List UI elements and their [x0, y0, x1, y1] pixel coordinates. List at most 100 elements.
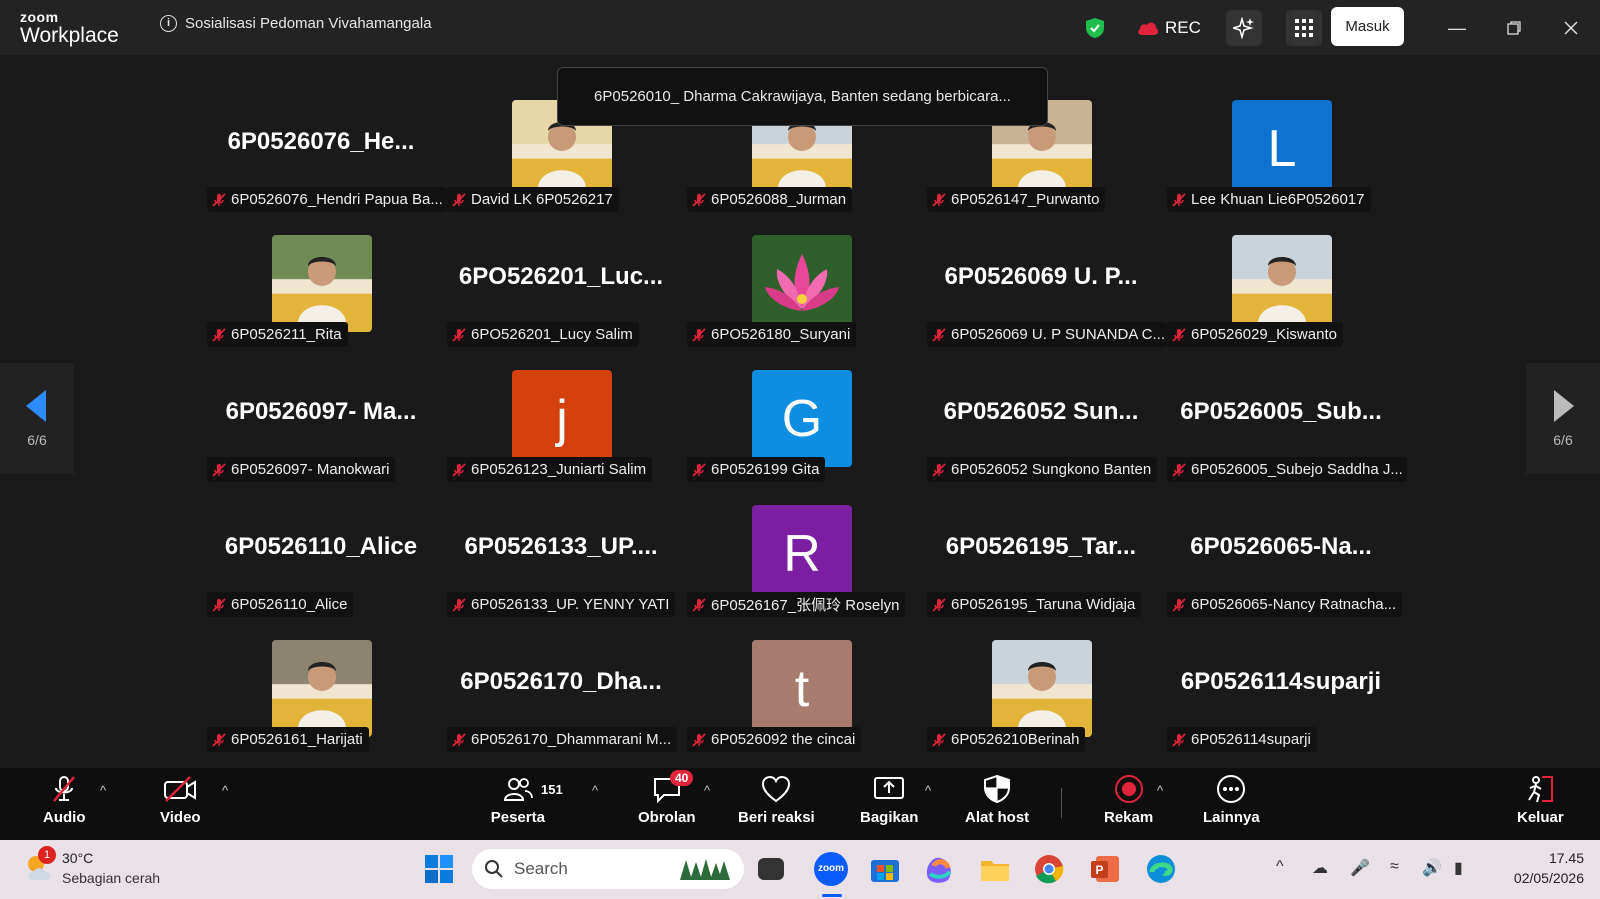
muted-mic-icon	[1172, 597, 1186, 612]
weather-temp: 30°C	[62, 850, 94, 866]
close-icon[interactable]	[1557, 14, 1585, 42]
battery-icon[interactable]: ▮	[1454, 858, 1463, 878]
shield-icon	[984, 774, 1011, 804]
trees-icon	[680, 859, 730, 880]
share-screen-icon	[874, 777, 905, 799]
ai-companion-button[interactable]	[1226, 0, 1262, 55]
windows-icon	[425, 855, 453, 883]
copilot-icon[interactable]	[922, 852, 956, 886]
participant-name: 6P0526147_Purwanto	[951, 191, 1100, 208]
participant-tile[interactable]: 6P0526161_Harijati	[203, 638, 439, 770]
audio-button[interactable]: Audio	[43, 774, 86, 826]
search-placeholder: Search	[514, 859, 568, 878]
meeting-info[interactable]: i Sosialisasi Pedoman Vivahamangala	[160, 15, 432, 32]
participant-name-label: 6P0526052 Sungkono Banten	[927, 457, 1158, 482]
participant-display-name: 6P0526110_Alice	[224, 533, 418, 560]
taskbar-search[interactable]: Search	[472, 849, 744, 889]
participant-tile[interactable]: 6PO526201_Luc... 6PO526201_Lucy Salim	[443, 233, 679, 365]
record-button[interactable]: Rekam	[1104, 774, 1153, 826]
reactions-button[interactable]: Beri reaksi	[738, 774, 815, 826]
microphone-tray-icon[interactable]: 🎤	[1350, 858, 1370, 878]
participant-tile[interactable]: 6P0526170_Dha... 6P0526170_Dhammarani M..…	[443, 638, 679, 770]
participant-name-label: 6P0526195_Taruna Widjaja	[927, 592, 1142, 617]
participant-tile[interactable]: 6P0526076_He... 6P0526076_Hendri Papua Ba…	[203, 98, 447, 230]
participant-tile[interactable]: 6P0526097- Ma... 6P0526097- Manokwari	[203, 368, 439, 500]
heart-icon	[762, 775, 791, 803]
edge-icon[interactable]	[1144, 852, 1178, 886]
sparkle-icon	[1233, 16, 1254, 39]
participant-name-label: 6P0526088_Jurman	[687, 187, 853, 212]
cloud-recording-indicator[interactable]: REC	[1137, 0, 1201, 55]
meeting-toolbar: Audio ^ Video ^ 151 Peserta ^ Obrolan 40…	[0, 768, 1600, 840]
restore-icon[interactable]	[1500, 14, 1528, 42]
sign-in-button[interactable]: Masuk	[1331, 7, 1404, 46]
onedrive-off-icon[interactable]: ☁	[1312, 858, 1328, 878]
participant-tile[interactable]: 6PO526180_Suryani	[683, 233, 919, 365]
participant-tile[interactable]: t 6P0526092 the cincai	[683, 638, 919, 770]
participant-tile[interactable]: 6P0526065-Na... 6P0526065-Nancy Ratnacha.…	[1163, 503, 1403, 635]
volume-icon[interactable]: 🔊	[1422, 858, 1442, 878]
audio-options-chevron-icon[interactable]: ^	[100, 783, 106, 798]
start-button[interactable]	[422, 852, 456, 886]
participant-tile[interactable]: 6P0526029_Kiswanto	[1163, 233, 1399, 365]
participant-tile[interactable]: 6P0526210Berinah	[923, 638, 1159, 770]
participants-options-chevron-icon[interactable]: ^	[592, 783, 598, 798]
participant-tile[interactable]: 6P0526195_Tar... 6P0526195_Taruna Widjaja	[923, 503, 1159, 635]
participant-tile[interactable]: G 6P0526199 Gita	[683, 368, 919, 500]
tray-chevron-up-icon[interactable]: ^	[1276, 858, 1284, 876]
participant-tile[interactable]: 6P0526005_Sub... 6P0526005_Subejo Saddha …	[1163, 368, 1407, 500]
zoom-app-icon[interactable]: zoom	[814, 852, 848, 886]
host-tools-button[interactable]: Alat host	[965, 774, 1029, 826]
participant-name: 6P0526199 Gita	[711, 461, 820, 478]
muted-mic-icon	[212, 327, 226, 342]
video-options-chevron-icon[interactable]: ^	[222, 783, 228, 798]
participant-name-label: 6PO526201_Lucy Salim	[447, 322, 639, 347]
participant-name-label: 6P0526092 the cincai	[687, 727, 862, 752]
participant-name-label: 6P0526076_Hendri Papua Ba...	[207, 187, 447, 212]
participant-name: 6P0526005_Subejo Saddha J...	[1191, 461, 1403, 478]
share-screen-button[interactable]: Bagikan	[860, 774, 918, 826]
participant-tile[interactable]: R 6P0526167_张佩玲 Roselyn	[683, 503, 919, 635]
encryption-shield-icon[interactable]	[1085, 0, 1105, 55]
participant-name-label: 6P0526029_Kiswanto	[1167, 322, 1343, 347]
participant-tile[interactable]: 6P0526110_Alice 6P0526110_Alice	[203, 503, 439, 635]
apps-button[interactable]	[1286, 0, 1322, 55]
chat-options-chevron-icon[interactable]: ^	[704, 783, 710, 798]
weather-badge: 1	[38, 846, 56, 864]
chrome-icon[interactable]	[1032, 852, 1066, 886]
video-button[interactable]: Video	[160, 774, 201, 826]
zoom-logo: zoom Workplace	[20, 9, 119, 47]
participant-tile[interactable]: 6P0526211_Rita	[203, 233, 439, 365]
muted-mic-icon	[932, 192, 946, 207]
participant-display-name: 6P0526069 U. P...	[944, 263, 1138, 290]
task-view-icon[interactable]	[758, 858, 784, 880]
participant-name: 6P0526161_Harijati	[231, 731, 363, 748]
file-explorer-icon[interactable]	[978, 852, 1012, 886]
system-clock[interactable]: 17.45 02/05/2026	[1484, 848, 1584, 888]
weather-widget[interactable]: 1 30°C Sebagian cerah	[24, 846, 160, 888]
participant-tile[interactable]: L Lee Khuan Lie6P0526017	[1163, 98, 1399, 230]
participants-button[interactable]: 151 Peserta	[491, 774, 563, 826]
more-button[interactable]: Lainnya	[1203, 774, 1260, 826]
participant-photo	[992, 640, 1092, 737]
participant-name-label: 6P0526069 U. P SUNANDA C...	[927, 322, 1167, 347]
next-page-button[interactable]: 6/6	[1526, 363, 1600, 474]
muted-mic-icon	[932, 597, 946, 612]
powerpoint-icon[interactable]: P	[1088, 852, 1122, 886]
participant-tile[interactable]: 6P0526052 Sun... 6P0526052 Sungkono Bante…	[923, 368, 1159, 500]
participant-tile[interactable]: 6P0526069 U. P... 6P0526069 U. P SUNANDA …	[923, 233, 1167, 365]
participant-tile[interactable]: 6P0526114suparji 6P0526114suparji	[1163, 638, 1399, 770]
participant-tile[interactable]: 6P0526133_UP.... 6P0526133_UP. YENNY YATI	[443, 503, 679, 635]
participant-name: 6P0526170_Dhammarani M...	[471, 731, 672, 748]
wifi-icon[interactable]: ≈	[1390, 858, 1399, 876]
participant-tile[interactable]: j 6P0526123_Juniarti Salim	[443, 368, 679, 500]
share-options-chevron-icon[interactable]: ^	[925, 783, 931, 798]
minimize-icon[interactable]: —	[1443, 14, 1471, 42]
microsoft-store-icon[interactable]	[868, 852, 902, 886]
info-icon[interactable]: i	[160, 15, 177, 32]
previous-page-button[interactable]: 6/6	[0, 363, 74, 474]
leave-button[interactable]: Keluar	[1517, 774, 1564, 826]
record-options-chevron-icon[interactable]: ^	[1157, 783, 1163, 798]
microphone-muted-icon	[53, 776, 76, 802]
participant-display-name: 6P0526114suparji	[1180, 668, 1382, 695]
